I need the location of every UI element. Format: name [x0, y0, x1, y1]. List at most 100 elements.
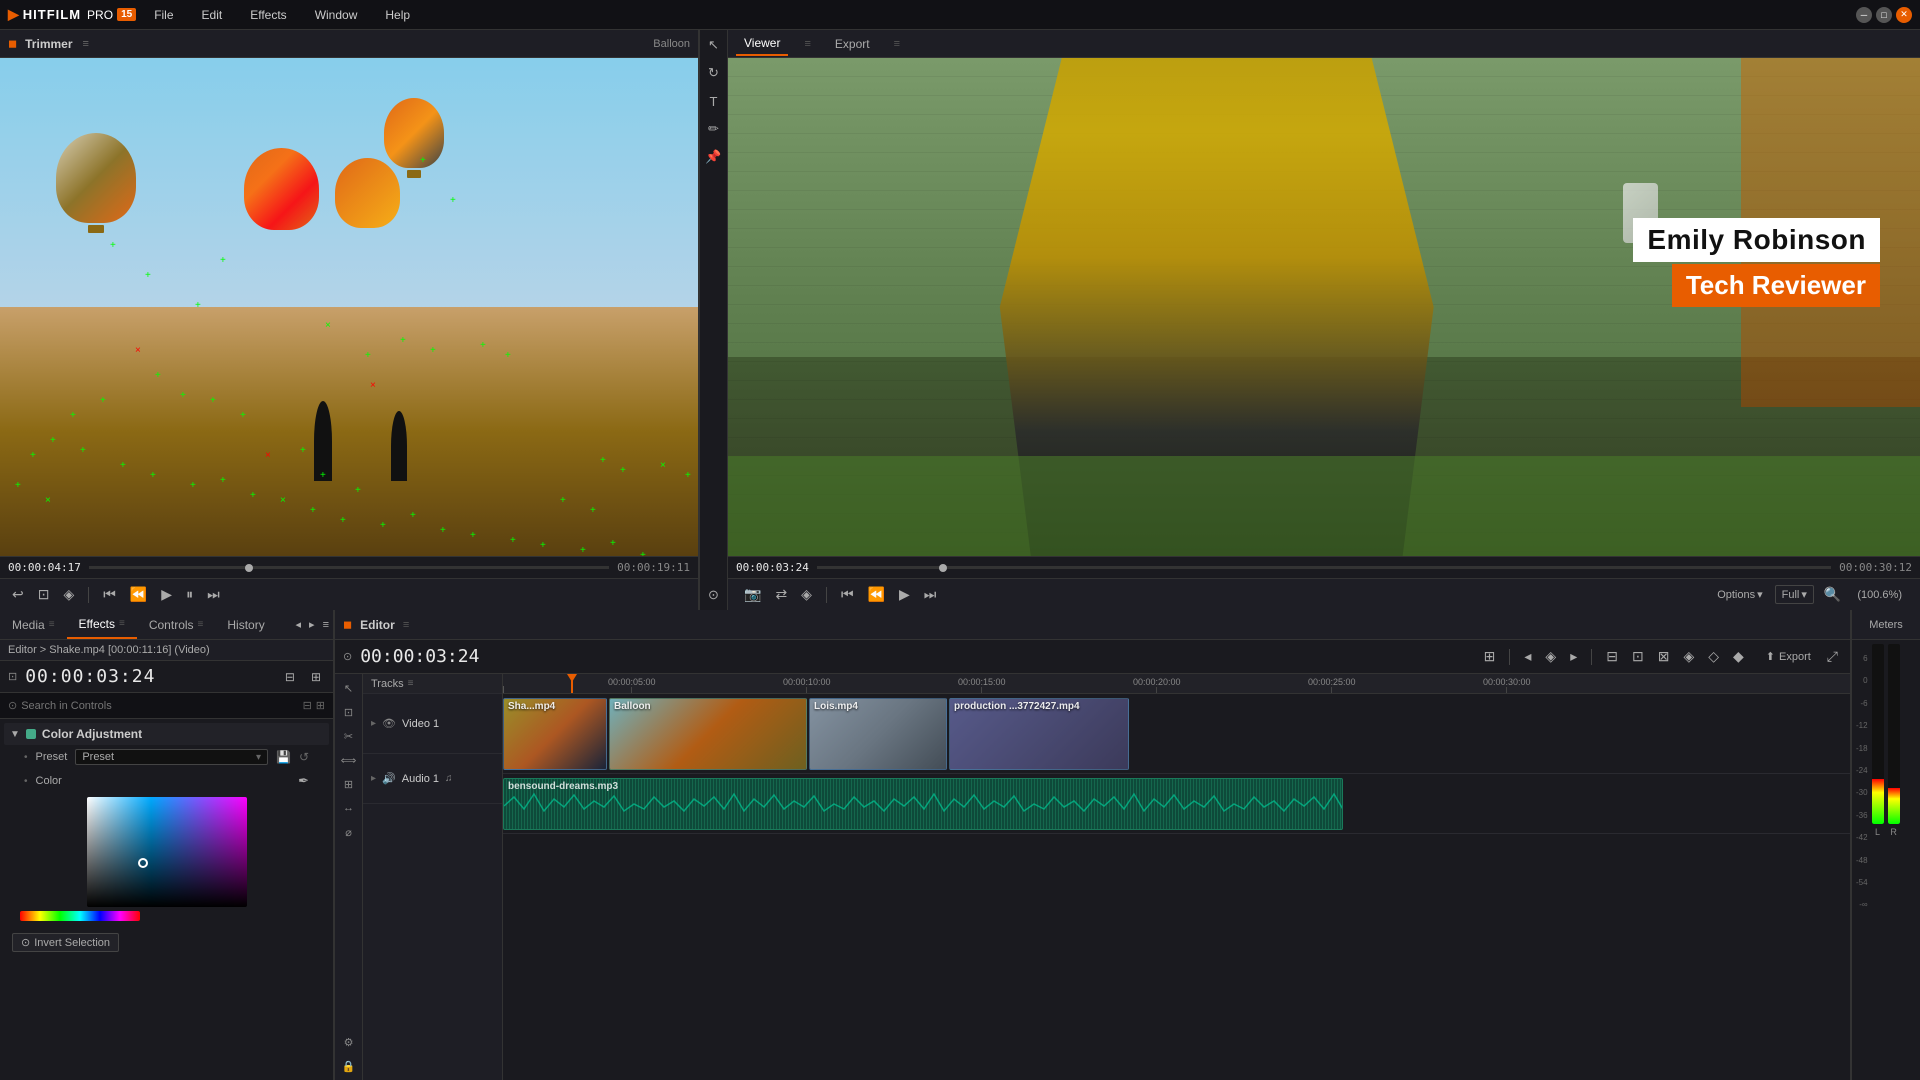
tl-tool-1[interactable]: ↖ — [339, 678, 359, 698]
tool-text[interactable]: T — [703, 90, 725, 112]
panel-nav-left[interactable]: ◂ — [292, 616, 306, 633]
tab-viewer[interactable]: Viewer — [736, 32, 788, 56]
tl-tool-7[interactable]: ⌀ — [339, 822, 359, 842]
tool-pin[interactable]: 📌 — [703, 146, 725, 168]
menu-edit[interactable]: Edit — [196, 4, 229, 26]
tab-export[interactable]: Export — [827, 33, 878, 55]
r-meter-track — [1888, 644, 1900, 824]
invert-selection-btn[interactable]: ⊙ Invert Selection — [12, 933, 119, 952]
titlebar-left: ▶ HITFILM PRO 15 File Edit Effects Windo… — [8, 4, 416, 26]
viewer-in-btn[interactable]: ◈ — [797, 584, 816, 605]
viewer-rewind-btn[interactable]: ⏪ — [864, 584, 889, 605]
editor-key-5[interactable]: ◇ — [1704, 646, 1723, 667]
color-gradient-field[interactable] — [87, 797, 247, 907]
audio-clip-dreams[interactable]: bensound-dreams.mp3 — [503, 778, 1343, 830]
list-view-icon[interactable]: ⊟ — [303, 699, 312, 712]
video-track-eye[interactable]: 👁 — [382, 717, 396, 730]
trimmer-play-btn[interactable]: ▶ — [157, 584, 176, 605]
editor-key-add[interactable]: ◈ — [1541, 646, 1560, 667]
tool-select[interactable]: ↖ — [703, 34, 725, 56]
clip-production[interactable]: production ...3772427.mp4 — [949, 698, 1129, 770]
timecode-next-btn[interactable]: ⊞ — [307, 668, 325, 686]
panel-nav-right[interactable]: ▸ — [305, 616, 319, 633]
viewer-next-btn[interactable]: ⏭ — [920, 584, 941, 605]
tl-tool-6[interactable]: ↔ — [339, 798, 359, 818]
hue-bar[interactable] — [20, 911, 140, 921]
editor-key-3[interactable]: ⊠ — [1654, 646, 1674, 667]
tl-tool-4[interactable]: ⟺ — [339, 750, 359, 770]
tool-pen[interactable]: ✏ — [703, 118, 725, 140]
viewer-play-btn[interactable]: ▶ — [895, 584, 914, 605]
menu-effects[interactable]: Effects — [244, 4, 292, 26]
clip-lois-label: Lois.mp4 — [814, 701, 858, 712]
tl-tool-3[interactable]: ✂ — [339, 726, 359, 746]
preset-reset-btn[interactable]: ↺ — [299, 750, 309, 764]
preset-save-btn[interactable]: 💾 — [276, 750, 291, 764]
tool-bottom[interactable]: ⊙ — [703, 584, 725, 606]
ruler-t20: 00:00:20:00 — [1133, 675, 1181, 693]
trimmer-rewind-btn[interactable]: ⏪ — [126, 584, 151, 605]
effect-group-header[interactable]: ▼ Color Adjustment — [4, 723, 329, 745]
editor-export-btn[interactable]: ⬆ Export — [1760, 648, 1817, 665]
tl-tool-settings[interactable]: ⚙ — [339, 1032, 359, 1052]
grid-view-icon[interactable]: ⊞ — [316, 699, 325, 712]
invert-selection-row: ⊙ Invert Selection — [4, 929, 329, 956]
tool-rotate[interactable]: ↻ — [703, 62, 725, 84]
audio-track-label: ▸ 🔊 Audio 1 ♫ — [363, 754, 502, 804]
trimmer-snap-btn[interactable]: ⊡ — [34, 584, 54, 605]
menu-help[interactable]: Help — [379, 4, 416, 26]
maximize-button[interactable]: □ — [1876, 7, 1892, 23]
top-section: ◼ Trimmer ≡ Balloon — [0, 30, 1920, 610]
editor-timecode[interactable]: 00:00:03:24 — [360, 646, 479, 667]
minimize-button[interactable]: ─ — [1856, 7, 1872, 23]
full-dropdown[interactable]: Full ▾ — [1775, 585, 1814, 604]
trimmer-prev-btn[interactable]: ⏮ — [99, 584, 120, 605]
left-timecode[interactable]: 00:00:03:24 — [25, 666, 155, 687]
trimmer-marker-btn[interactable]: ◈ — [59, 584, 78, 605]
audio-track-speaker[interactable]: 🔊 — [382, 772, 396, 785]
viewer-loop-btn[interactable]: ⇄ — [771, 584, 791, 605]
viewer-snapshot-btn[interactable]: 📷 — [740, 584, 765, 605]
clip-lois[interactable]: Lois.mp4 — [809, 698, 947, 770]
menu-file[interactable]: File — [148, 4, 179, 26]
close-button[interactable]: ✕ — [1896, 7, 1912, 23]
editor-key-1[interactable]: ⊟ — [1602, 646, 1622, 667]
trimmer-icon: ◼ — [8, 37, 17, 50]
panel-menu[interactable]: ≡ — [319, 617, 333, 633]
trimmer-next-btn[interactable]: ⏭ — [203, 584, 224, 605]
editor-key-4[interactable]: ◈ — [1679, 646, 1698, 667]
audio-track-expand[interactable]: ▸ — [371, 773, 376, 784]
eyedropper-btn[interactable]: ✒ — [298, 773, 309, 789]
editor-key-6[interactable]: ◆ — [1729, 646, 1748, 667]
editor-key-prev[interactable]: ◂ — [1520, 646, 1535, 667]
video-track: Sha...mp4 Balloon Lois.mp4 — [503, 694, 1850, 774]
tab-controls[interactable]: Controls ≡ — [137, 612, 216, 638]
zoom-level[interactable]: (100.6%) — [1851, 587, 1908, 603]
preset-dropdown[interactable]: Preset ▾ — [75, 749, 268, 765]
tl-tool-lock[interactable]: 🔒 — [339, 1056, 359, 1076]
tab-media[interactable]: Media ≡ — [0, 612, 67, 638]
trimmer-loop-btn[interactable]: ↩ — [8, 584, 28, 605]
clip-sha[interactable]: Sha...mp4 — [503, 698, 607, 770]
timecode-prev-btn[interactable]: ⊟ — [281, 668, 299, 686]
tab-effects[interactable]: Effects ≡ — [67, 611, 137, 639]
scale-n6: -6 — [1856, 693, 1868, 715]
tab-history[interactable]: History — [215, 612, 276, 638]
search-input[interactable] — [21, 700, 298, 712]
editor-key-next[interactable]: ▸ — [1566, 646, 1581, 667]
editor-key-2[interactable]: ⊡ — [1628, 646, 1648, 667]
menu-window[interactable]: Window — [309, 4, 364, 26]
viewer-scrub-bar[interactable] — [817, 566, 1831, 569]
tl-tool-2[interactable]: ⊡ — [339, 702, 359, 722]
viewer-prev-btn[interactable]: ⏮ — [837, 584, 858, 605]
timeline-tracks: 00:00:05:00 00:00:10:00 00:00:15:00 — [503, 674, 1850, 1080]
trimmer-pause-btn[interactable]: ⏸ — [182, 584, 197, 605]
trimmer-scrub-bar[interactable] — [89, 566, 609, 569]
editor-expand-btn[interactable]: ⤢ — [1823, 646, 1842, 667]
editor-insert-btn[interactable]: ⊞ — [1480, 646, 1500, 667]
menu-bar: File Edit Effects Window Help — [148, 4, 416, 26]
options-btn[interactable]: Options ▾ — [1711, 586, 1768, 603]
video-track-expand[interactable]: ▸ — [371, 718, 376, 729]
tl-tool-5[interactable]: ⊞ — [339, 774, 359, 794]
clip-balloon[interactable]: Balloon — [609, 698, 807, 770]
